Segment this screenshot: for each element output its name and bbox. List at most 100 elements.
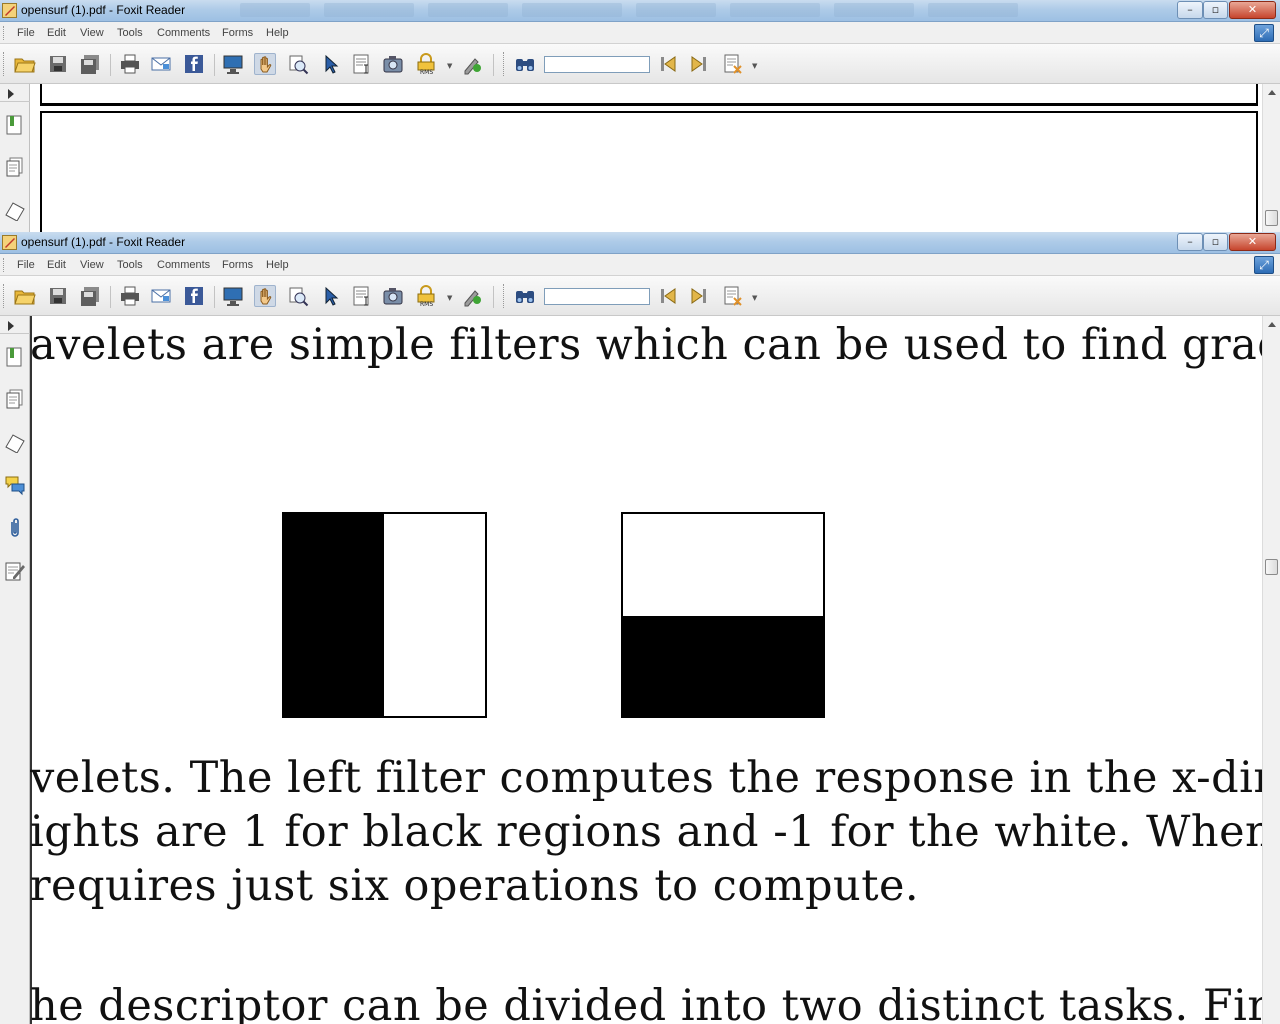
fullscreen-icon[interactable]	[222, 285, 244, 307]
pages-icon[interactable]	[4, 388, 26, 410]
open-folder-icon[interactable]	[14, 53, 36, 75]
minimize-button[interactable]: –	[1177, 233, 1203, 251]
panel-toggle[interactable]	[0, 84, 30, 102]
maximize-button[interactable]: ▫	[1203, 1, 1228, 19]
save-as-icon[interactable]	[79, 285, 101, 307]
menu-file[interactable]: File	[17, 259, 35, 271]
bookmarks-icon[interactable]	[4, 114, 26, 136]
find-prev-icon[interactable]	[657, 285, 679, 307]
menu-bar: File Edit View Tools Comments Forms Help…	[0, 254, 1280, 276]
pages-icon[interactable]	[4, 156, 26, 178]
attachments-icon[interactable]	[4, 517, 26, 539]
hand-tool-icon[interactable]	[254, 53, 276, 75]
document-view[interactable]	[30, 84, 1262, 232]
search-dropdown-arrow[interactable]: ▼	[752, 62, 757, 70]
zoom-icon[interactable]	[287, 53, 309, 75]
title-bar[interactable]: opensurf (1).pdf - Foxit Reader – ▫ ✕	[0, 0, 1280, 22]
print-icon[interactable]	[119, 285, 141, 307]
menu-view[interactable]: View	[80, 27, 104, 39]
maximize-button[interactable]: ▫	[1203, 233, 1228, 251]
text-select-icon[interactable]	[351, 285, 373, 307]
sign-icon[interactable]	[462, 53, 484, 75]
search-dropdown-arrow[interactable]: ▼	[752, 294, 757, 302]
open-folder-icon[interactable]	[14, 285, 36, 307]
signatures-icon[interactable]	[4, 560, 26, 582]
select-arrow-icon[interactable]	[320, 53, 342, 75]
menu-help[interactable]: Help	[266, 259, 289, 271]
window-title: opensurf (1).pdf - Foxit Reader	[21, 235, 186, 249]
facebook-icon[interactable]	[183, 53, 205, 75]
rms-lock-icon[interactable]: RMS	[415, 285, 437, 307]
toolbar-separator	[214, 54, 215, 76]
document-view[interactable]: avelets are simple filters which can be …	[30, 316, 1262, 1024]
menu-forms[interactable]: Forms	[222, 27, 253, 39]
hand-tool-icon[interactable]	[254, 285, 276, 307]
search-results-icon[interactable]	[722, 285, 744, 307]
window-title: opensurf (1).pdf - Foxit Reader	[21, 3, 186, 17]
find-binoculars-icon[interactable]	[514, 285, 536, 307]
rms-lock-icon[interactable]: RMS	[415, 53, 437, 75]
toolbar-grip	[503, 284, 506, 308]
navigation-panel	[0, 316, 30, 1024]
bookmarks-icon[interactable]	[4, 346, 26, 368]
menu-tools[interactable]: Tools	[117, 27, 143, 39]
pdf-page-edge	[30, 316, 32, 1024]
comments-icon[interactable]	[4, 474, 26, 496]
find-prev-icon[interactable]	[657, 53, 679, 75]
save-as-icon[interactable]	[79, 53, 101, 75]
minimize-button[interactable]: –	[1177, 1, 1203, 19]
facebook-icon[interactable]	[183, 285, 205, 307]
scroll-thumb[interactable]	[1265, 559, 1278, 575]
find-input[interactable]	[544, 56, 650, 73]
find-next-icon[interactable]	[688, 285, 710, 307]
layers-icon[interactable]	[4, 199, 26, 221]
toolbar-grip	[3, 52, 6, 76]
expand-arrow-icon[interactable]	[8, 321, 14, 331]
pdf-page-start	[40, 111, 1258, 232]
foxit-window-back: opensurf (1).pdf - Foxit Reader – ▫ ✕ Fi…	[0, 0, 1280, 232]
vertical-scrollbar[interactable]	[1262, 316, 1280, 1024]
menu-view[interactable]: View	[80, 259, 104, 271]
save-icon[interactable]	[47, 53, 69, 75]
menu-edit[interactable]: Edit	[47, 259, 66, 271]
scroll-up-icon[interactable]	[1268, 322, 1276, 327]
expand-icon[interactable]: ⤢	[1254, 24, 1274, 42]
fullscreen-icon[interactable]	[222, 53, 244, 75]
menu-tools[interactable]: Tools	[117, 259, 143, 271]
save-icon[interactable]	[47, 285, 69, 307]
haar-filter-y	[621, 512, 825, 718]
snapshot-icon[interactable]	[382, 53, 404, 75]
select-arrow-icon[interactable]	[320, 285, 342, 307]
find-input[interactable]	[544, 288, 650, 305]
rms-dropdown-arrow[interactable]: ▼	[447, 62, 452, 70]
search-results-icon[interactable]	[722, 53, 744, 75]
vertical-scrollbar[interactable]	[1262, 84, 1280, 232]
find-next-icon[interactable]	[688, 53, 710, 75]
menu-edit[interactable]: Edit	[47, 27, 66, 39]
layers-icon[interactable]	[4, 431, 26, 453]
menu-comments[interactable]: Comments	[157, 27, 210, 39]
expand-arrow-icon[interactable]	[8, 89, 14, 99]
find-binoculars-icon[interactable]	[514, 53, 536, 75]
email-icon[interactable]	[150, 53, 172, 75]
scroll-up-icon[interactable]	[1268, 90, 1276, 95]
snapshot-icon[interactable]	[382, 285, 404, 307]
expand-icon[interactable]: ⤢	[1254, 256, 1274, 274]
menu-help[interactable]: Help	[266, 27, 289, 39]
scroll-thumb[interactable]	[1265, 210, 1278, 226]
toolbar: RMS ▼ ▼	[0, 276, 1280, 316]
email-icon[interactable]	[150, 285, 172, 307]
menu-forms[interactable]: Forms	[222, 259, 253, 271]
sign-icon[interactable]	[462, 285, 484, 307]
text-select-icon[interactable]	[351, 53, 373, 75]
print-icon[interactable]	[119, 53, 141, 75]
zoom-icon[interactable]	[287, 285, 309, 307]
title-bar[interactable]: opensurf (1).pdf - Foxit Reader – ▫ ✕	[0, 232, 1280, 254]
close-button[interactable]: ✕	[1229, 1, 1276, 19]
panel-toggle[interactable]	[0, 316, 30, 334]
menu-grip	[3, 258, 6, 272]
menu-comments[interactable]: Comments	[157, 259, 210, 271]
rms-dropdown-arrow[interactable]: ▼	[447, 294, 452, 302]
close-button[interactable]: ✕	[1229, 233, 1276, 251]
menu-file[interactable]: File	[17, 27, 35, 39]
